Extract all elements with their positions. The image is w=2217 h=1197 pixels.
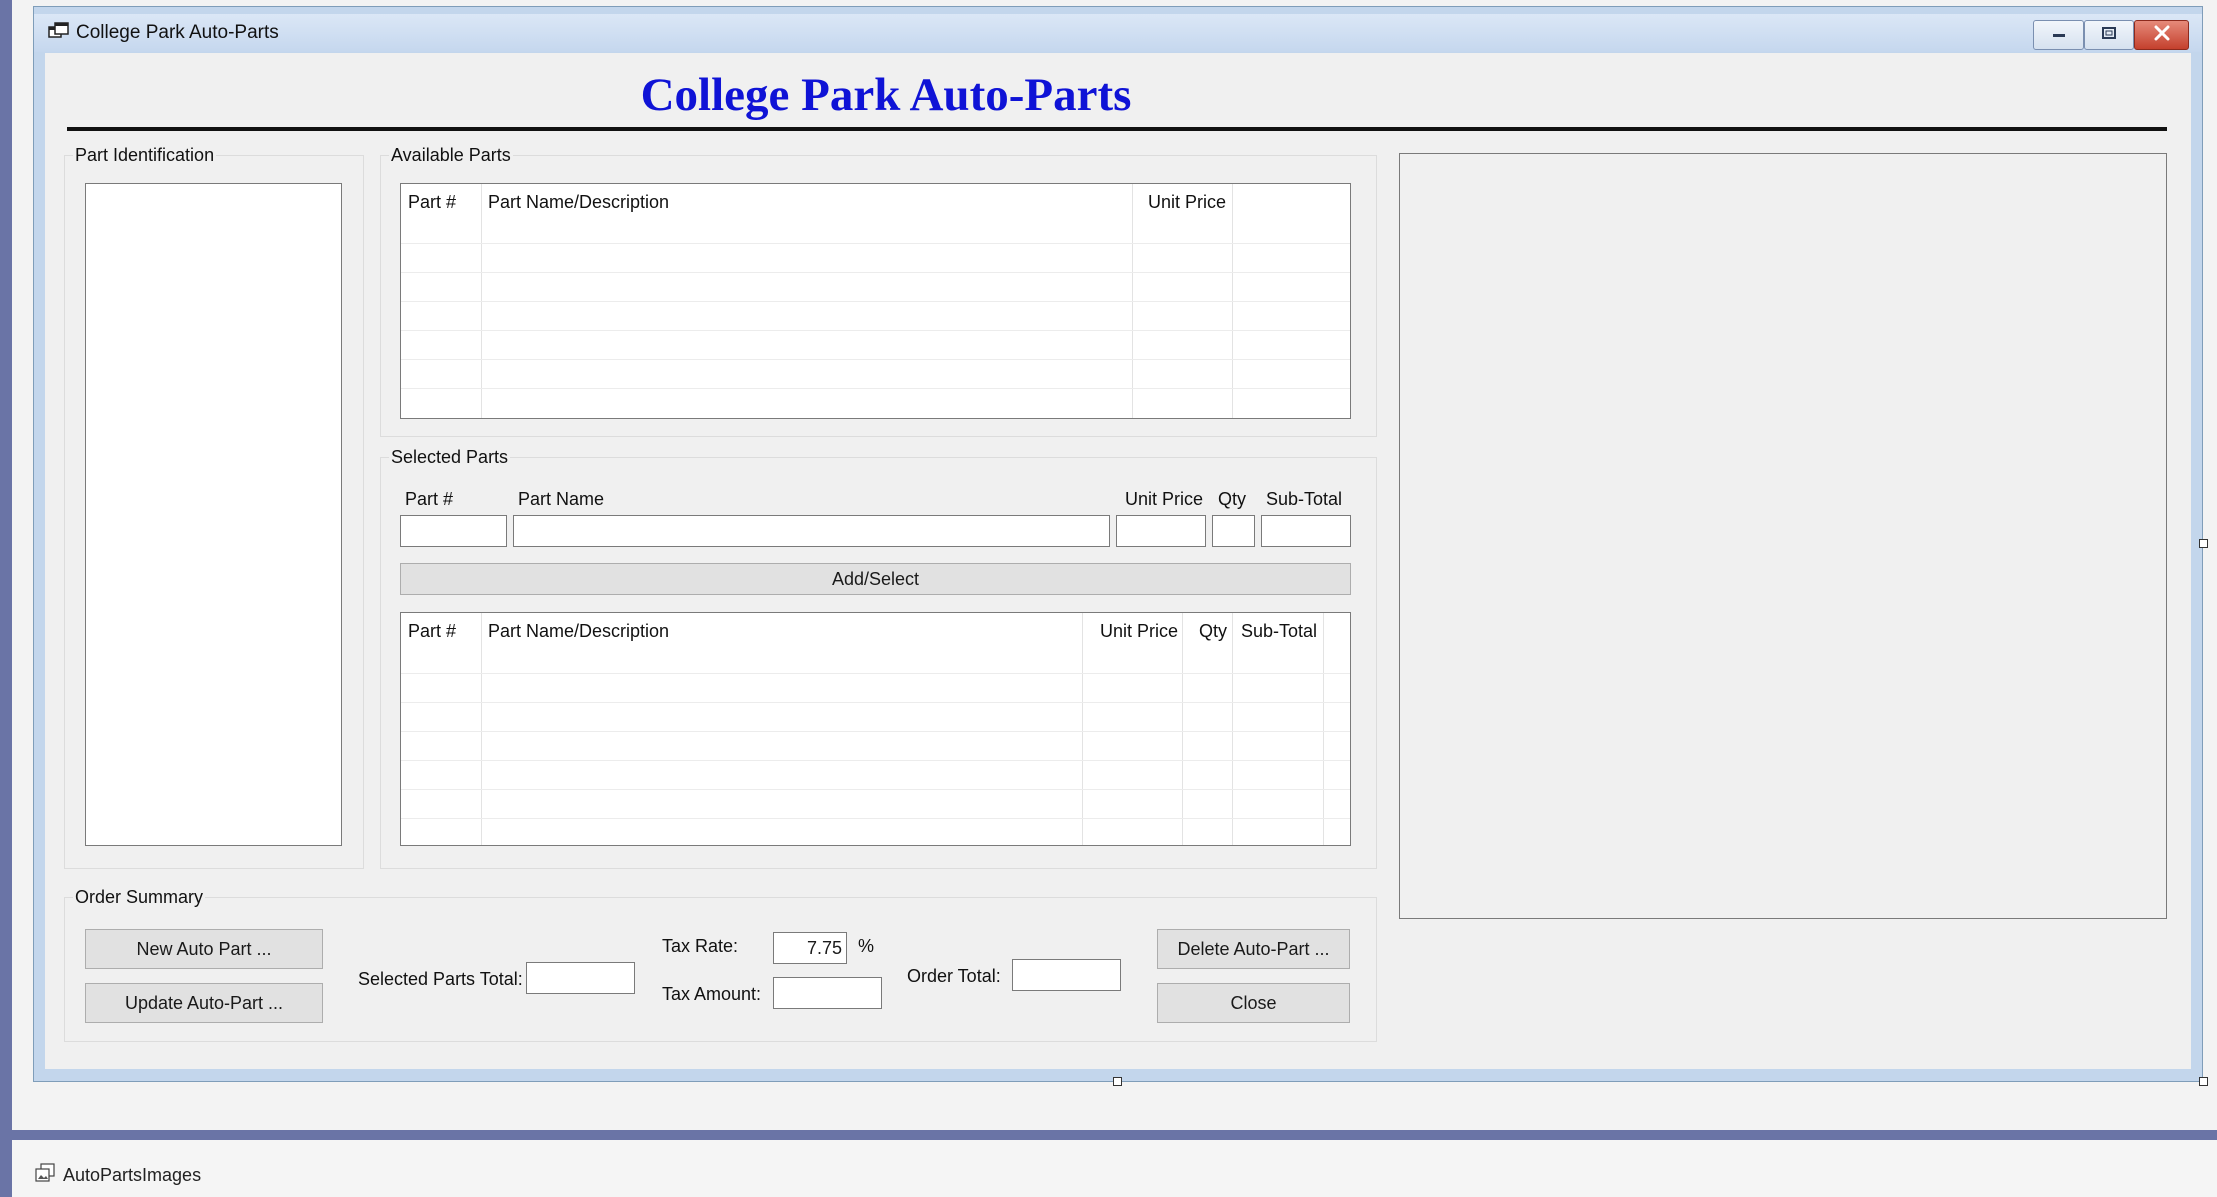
part-picture-box <box>1399 153 2167 919</box>
part-identification-label: Part Identification <box>73 145 217 166</box>
update-auto-part-button[interactable]: Update Auto-Part ... <box>85 983 323 1023</box>
column-header-label: Qty <box>1198 621 1227 641</box>
column-header-label: Part # <box>408 192 457 212</box>
column-qty[interactable]: Qty <box>1183 613 1233 845</box>
column-header-label: Sub-Total <box>1241 621 1318 641</box>
column-header-label: Part # <box>408 621 457 641</box>
part-name-label: Part Name <box>518 489 605 509</box>
grid-line <box>401 301 1350 302</box>
column-sub-total[interactable]: Sub-Total <box>1233 613 1324 845</box>
part-identification-tree[interactable] <box>85 183 342 846</box>
column-filler <box>1324 613 1350 845</box>
close-button[interactable]: Close <box>1157 983 1350 1023</box>
title-bar[interactable] <box>34 14 2202 52</box>
auto-parts-images-component[interactable]: AutoPartsImages <box>63 1165 201 1186</box>
sub-total-field[interactable] <box>1261 515 1351 547</box>
add-select-button[interactable]: Add/Select <box>400 563 1351 595</box>
window-title: College Park Auto-Parts <box>76 22 279 43</box>
available-parts-label: Available Parts <box>389 145 513 166</box>
tax-rate-percent-label: % <box>858 936 875 956</box>
grid-line <box>401 359 1350 360</box>
selected-parts-label: Selected Parts <box>389 447 511 468</box>
tax-rate-field[interactable]: 7.75 <box>773 932 847 964</box>
tax-amount-label: Tax Amount: <box>662 984 762 1004</box>
selected-parts-list[interactable]: Part # Part Name/Description Unit Price … <box>400 612 1351 846</box>
grid-line <box>401 760 1350 761</box>
grid-line <box>401 243 1350 244</box>
column-unit-price[interactable]: Unit Price <box>1083 613 1183 845</box>
designer-divider <box>12 1130 2217 1140</box>
resize-handle-right[interactable] <box>2199 539 2208 548</box>
designer-left-strip <box>0 0 12 1197</box>
form-icon <box>48 22 70 42</box>
grid-line <box>401 731 1350 732</box>
delete-auto-part-button[interactable]: Delete Auto-Part ... <box>1157 929 1350 969</box>
grid-line <box>401 702 1350 703</box>
tax-amount-field[interactable] <box>773 977 882 1009</box>
column-header-label: Part Name/Description <box>488 621 670 641</box>
order-summary-label: Order Summary <box>73 887 206 908</box>
part-name-field[interactable] <box>513 515 1110 547</box>
grid-line <box>401 789 1350 790</box>
selected-parts-total-field[interactable] <box>526 962 635 994</box>
component-tray <box>12 1140 2217 1197</box>
maximize-icon <box>2101 26 2117 45</box>
available-parts-list[interactable]: Part # Part Name/Description Unit Price <box>400 183 1351 419</box>
image-list-icon <box>35 1163 55 1183</box>
column-header-label: Unit Price <box>1099 621 1178 641</box>
column-header-label: Unit Price <box>1147 192 1226 212</box>
close-window-button[interactable] <box>2134 20 2189 50</box>
heading-divider <box>67 127 2167 131</box>
grid-line <box>401 272 1350 273</box>
part-number-field[interactable] <box>400 515 507 547</box>
resize-handle-corner[interactable] <box>2199 1077 2208 1086</box>
column-header-label: Part Name/Description <box>488 192 670 212</box>
grid-line <box>401 818 1350 819</box>
minimize-icon <box>2050 26 2068 44</box>
column-part-number[interactable]: Part # <box>401 613 482 845</box>
close-icon <box>2153 25 2171 46</box>
minimize-button[interactable] <box>2033 20 2084 50</box>
grid-line <box>401 673 1350 674</box>
resize-handle-bottom[interactable] <box>1113 1077 1122 1086</box>
selected-parts-total-label: Selected Parts Total: <box>358 969 523 989</box>
column-part-name[interactable]: Part Name/Description <box>482 613 1083 845</box>
unit-price-label: Unit Price <box>1125 489 1204 509</box>
grid-line <box>401 330 1350 331</box>
order-total-label: Order Total: <box>907 966 1001 986</box>
qty-field[interactable] <box>1212 515 1255 547</box>
sub-total-label: Sub-Total <box>1266 489 1343 509</box>
new-auto-part-button[interactable]: New Auto Part ... <box>85 929 323 969</box>
qty-label: Qty <box>1218 489 1247 509</box>
maximize-button[interactable] <box>2084 20 2134 50</box>
unit-price-field[interactable] <box>1116 515 1206 547</box>
part-number-label: Part # <box>405 489 454 509</box>
tax-rate-label: Tax Rate: <box>662 936 739 956</box>
order-total-field[interactable] <box>1012 959 1121 991</box>
grid-line <box>401 388 1350 389</box>
form-heading: College Park Auto-Parts <box>640 69 1132 121</box>
